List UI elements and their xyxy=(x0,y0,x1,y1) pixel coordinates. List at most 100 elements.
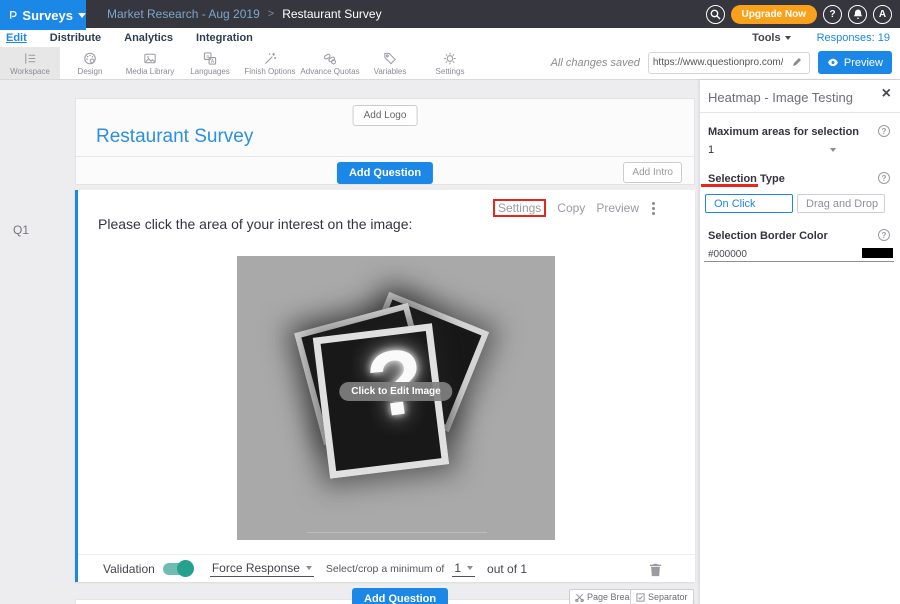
border-color-swatch[interactable] xyxy=(862,248,893,258)
border-color-help-icon[interactable]: ? xyxy=(878,229,890,241)
breadcrumb-separator: > xyxy=(268,8,274,20)
toolbar-item-label: Finish Options xyxy=(244,67,295,76)
validation-rule-value: Force Response xyxy=(212,561,300,575)
toolbar-item-design[interactable]: Design xyxy=(60,47,120,79)
eye-icon xyxy=(827,58,839,67)
click-to-edit-image-button[interactable]: Click to Edit Image xyxy=(339,382,452,401)
separator-button[interactable]: Separator xyxy=(630,589,694,604)
toolbar-item-media-library[interactable]: Media Library xyxy=(120,47,180,79)
close-panel-button[interactable]: × xyxy=(882,86,891,102)
responses-count[interactable]: Responses: 19 xyxy=(817,32,890,44)
toolbar-item-advance-quotas[interactable]: Advance Quotas xyxy=(300,47,360,79)
design-palette-icon xyxy=(82,51,98,66)
gear-icon xyxy=(442,51,458,66)
edit-url-button[interactable] xyxy=(787,54,807,72)
toolbar-item-settings[interactable]: Settings xyxy=(420,47,480,79)
search-button[interactable] xyxy=(706,5,725,24)
question-text[interactable]: Please click the area of your interest o… xyxy=(98,216,412,232)
media-library-icon xyxy=(142,51,158,66)
breadcrumb-parent[interactable]: Market Research - Aug 2019 xyxy=(107,7,260,21)
out-of-text: out of 1 xyxy=(487,562,527,576)
question-copy-link[interactable]: Copy xyxy=(557,201,585,215)
validation-toggle[interactable] xyxy=(163,563,192,575)
tab-distribute[interactable]: Distribute xyxy=(50,32,101,44)
chevron-down-icon xyxy=(78,13,86,18)
add-logo-button[interactable]: Add Logo xyxy=(353,105,418,126)
validation-rule-select[interactable]: Force Response xyxy=(210,561,314,577)
chevron-down-icon xyxy=(306,566,312,570)
minimum-value: 1 xyxy=(454,561,461,575)
add-intro-button[interactable]: Add Intro xyxy=(623,162,682,183)
selection-type-drag-drop-button[interactable]: Drag and Drop xyxy=(797,194,885,213)
max-areas-select[interactable]: 1 xyxy=(708,144,838,156)
toolbar-item-languages[interactable]: aA Languages xyxy=(180,47,240,79)
tools-label: Tools xyxy=(752,32,781,44)
product-switcher[interactable]: Surveys xyxy=(0,0,86,30)
preview-button[interactable]: Preview xyxy=(818,51,892,74)
question-number: Q1 xyxy=(13,223,29,237)
svg-text:a: a xyxy=(206,54,209,60)
notifications-button[interactable] xyxy=(848,5,867,24)
toolbar-item-finish-options[interactable]: Finish Options xyxy=(240,47,300,79)
question-settings-link[interactable]: Settings xyxy=(493,199,546,217)
delete-question-button[interactable] xyxy=(649,562,662,580)
divider xyxy=(700,112,900,113)
toolbar-item-label: Media Library xyxy=(126,67,174,76)
app-window: Market Research - Aug 2019 > Restaurant … xyxy=(0,0,900,604)
tools-menu[interactable]: Tools xyxy=(752,32,791,44)
toolbar-item-workspace[interactable]: Workspace xyxy=(0,47,60,79)
avatar[interactable]: A xyxy=(873,5,892,24)
toolbar-item-label: Settings xyxy=(436,67,465,76)
max-areas-label: Maximum areas for selection xyxy=(708,126,859,138)
top-bar: Market Research - Aug 2019 > Restaurant … xyxy=(0,0,900,28)
selection-type-help-icon[interactable]: ? xyxy=(878,172,890,184)
panel-title: Heatmap - Image Testing xyxy=(708,90,853,105)
breadcrumb: Market Research - Aug 2019 > Restaurant … xyxy=(107,0,382,28)
add-question-button-bottom[interactable]: Add Question xyxy=(352,588,448,604)
border-color-label: Selection Border Color xyxy=(708,230,828,242)
toolbar-item-label: Design xyxy=(78,67,103,76)
tab-edit[interactable]: Edit xyxy=(6,32,27,44)
question-card: Settings Copy Preview Please click the a… xyxy=(75,190,695,582)
workspace-icon xyxy=(22,51,38,66)
border-color-value[interactable]: #000000 xyxy=(708,249,747,260)
save-status: All changes saved xyxy=(551,57,640,69)
toolbar-item-variables[interactable]: Variables xyxy=(360,47,420,79)
minimum-value-select[interactable]: 1 xyxy=(452,561,475,577)
survey-url-input[interactable] xyxy=(649,57,787,68)
selection-type-on-click-button[interactable]: On Click xyxy=(705,194,793,213)
questionpro-logo-icon xyxy=(8,7,17,23)
heatmap-image-placeholder[interactable]: ? Click to Edit Image xyxy=(237,256,555,540)
pencil-icon xyxy=(792,57,802,67)
bell-icon xyxy=(853,9,863,20)
breadcrumb-current: Restaurant Survey xyxy=(282,7,381,21)
header-actions-row: Add Question Add Intro xyxy=(76,156,694,184)
color-field-underline xyxy=(704,261,894,262)
editor-toolbar: Workspace Design Media Library aA Langua… xyxy=(0,47,900,80)
toggle-knob xyxy=(177,560,194,577)
help-button[interactable]: ? xyxy=(823,5,842,24)
preview-label: Preview xyxy=(844,57,883,69)
module-nav: Edit Distribute Analytics Integration To… xyxy=(0,28,900,47)
red-annotation-underline xyxy=(701,184,758,187)
placeholder-caption-line xyxy=(307,532,487,533)
scissors-icon xyxy=(575,593,584,602)
add-question-button-top[interactable]: Add Question xyxy=(337,162,433,184)
kebab-menu-icon[interactable] xyxy=(650,200,657,217)
survey-header-card: Add Logo Restaurant Survey Add Question … xyxy=(75,98,695,185)
survey-title[interactable]: Restaurant Survey xyxy=(96,126,253,148)
upgrade-now-button[interactable]: Upgrade Now xyxy=(731,5,817,24)
magic-wand-icon xyxy=(262,51,278,66)
question-preview-link[interactable]: Preview xyxy=(596,201,639,215)
tag-icon xyxy=(382,51,398,66)
toolbar-item-label: Languages xyxy=(190,67,230,76)
page-break-label: Page Break xyxy=(587,592,634,602)
trash-icon xyxy=(649,562,662,577)
tab-analytics[interactable]: Analytics xyxy=(124,32,173,44)
tab-integration[interactable]: Integration xyxy=(196,32,253,44)
topbar-actions: Upgrade Now ? A xyxy=(706,0,892,28)
chevron-down-icon xyxy=(785,36,791,40)
survey-url-field xyxy=(648,52,810,74)
max-areas-help-icon[interactable]: ? xyxy=(878,125,890,137)
minimum-select-text: Select/crop a minimum of xyxy=(326,563,444,575)
